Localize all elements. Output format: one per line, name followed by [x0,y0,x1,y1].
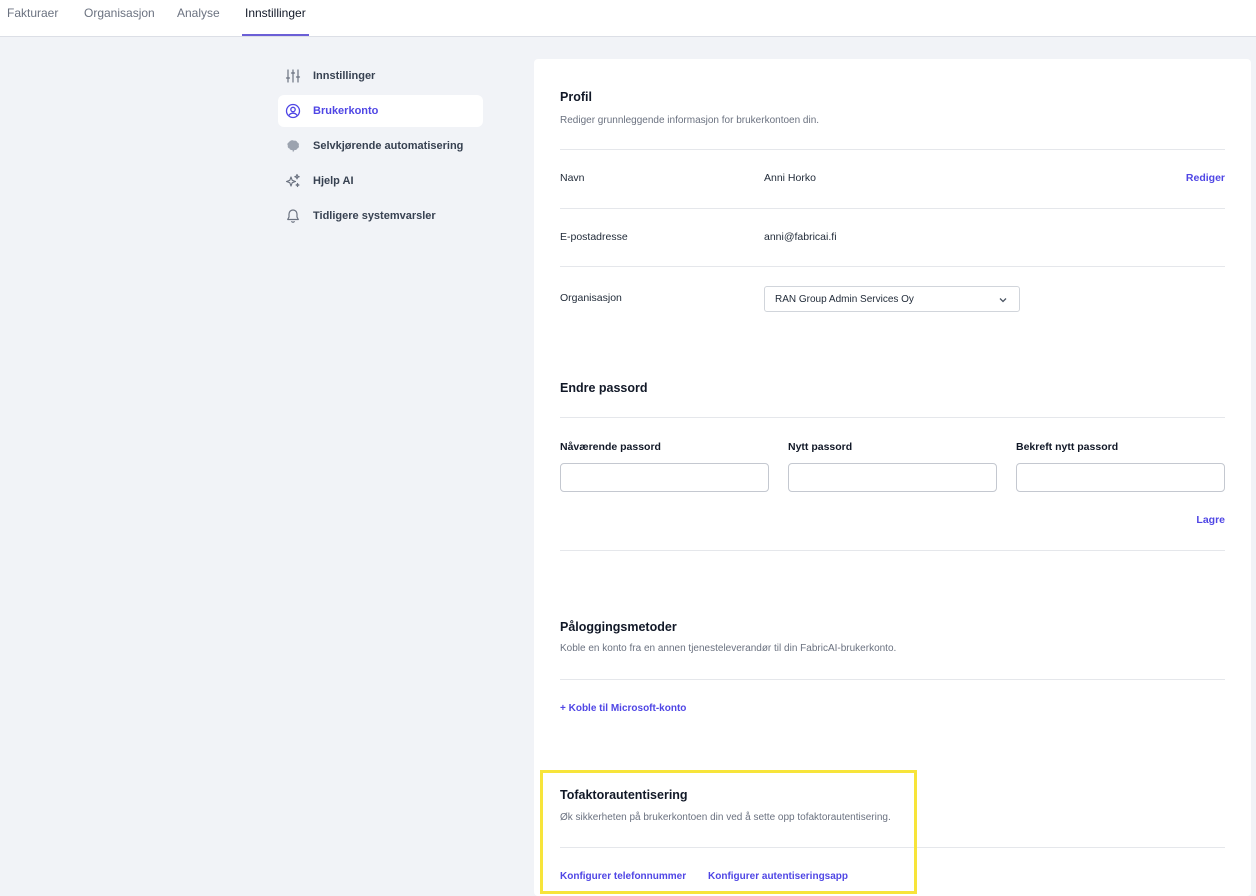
sidebar-item-label: Brukerkonto [313,105,379,117]
organization-label: Organisasjon [560,292,622,304]
connect-microsoft-link[interactable]: + Koble til Microsoft-konto [560,703,686,714]
name-value: Anni Horko [764,172,816,184]
divider [560,208,1225,209]
tab-innstillinger[interactable]: Innstillinger [242,6,309,36]
sliders-icon [285,68,301,84]
sidebar-item-label: Hjelp AI [313,175,354,187]
divider [560,149,1225,150]
confirm-password-input[interactable] [1016,463,1225,492]
login-methods-title: Påloggingsmetoder [560,620,677,634]
new-password-label: Nytt passord [788,441,853,453]
confirm-password-label: Bekreft nytt passord [1016,441,1119,453]
divider [560,550,1225,551]
sidebar-item-tidligere-systemvarsler[interactable]: Tidligere systemvarsler [278,200,483,232]
edit-name-link[interactable]: Rediger [1186,172,1225,184]
user-circle-icon [285,103,301,119]
organization-select[interactable]: RAN Group Admin Services Oy [764,286,1020,312]
organization-select-value: RAN Group Admin Services Oy [775,293,914,305]
sidebar-item-label: Selvkjørende automatisering [313,140,464,152]
current-password-input[interactable] [560,463,769,492]
divider [560,417,1225,418]
name-label: Navn [560,172,585,184]
chevron-down-icon [999,298,1007,303]
tab-fakturaer[interactable]: Fakturaer [7,6,58,36]
profile-title: Profil [560,90,592,104]
sparkles-icon [285,173,301,189]
divider [560,266,1225,267]
sidebar-item-innstillinger[interactable]: Innstillinger [278,60,483,92]
change-password-title: Endre passord [560,381,648,395]
save-password-button[interactable]: Lagre [1196,514,1225,526]
new-password-input[interactable] [788,463,997,492]
bell-icon [285,208,301,224]
sidebar-item-hjelp-ai[interactable]: Hjelp AI [278,165,483,197]
brain-icon [285,138,301,154]
sidebar-item-brukerkonto[interactable]: Brukerkonto [278,95,483,127]
divider [560,679,1225,680]
email-value: anni@fabricai.fi [764,231,837,243]
top-navigation: Fakturaer Organisasjon Analyse Innstilli… [0,0,1256,37]
highlight-box [540,770,917,894]
profile-description: Rediger grunnleggende informasjon for br… [560,115,820,126]
current-password-label: Nåværende passord [560,441,661,453]
sidebar-item-label: Innstillinger [313,70,376,82]
tab-analyse[interactable]: Analyse [177,6,220,36]
sidebar-item-label: Tidligere systemvarsler [313,210,436,222]
email-label: E-postadresse [560,231,628,243]
tab-organisasjon[interactable]: Organisasjon [84,6,155,36]
sidebar-item-selvkjorende-automatisering[interactable]: Selvkjørende automatisering [278,130,483,162]
login-methods-description: Koble en konto fra en annen tjenesteleve… [560,643,897,654]
